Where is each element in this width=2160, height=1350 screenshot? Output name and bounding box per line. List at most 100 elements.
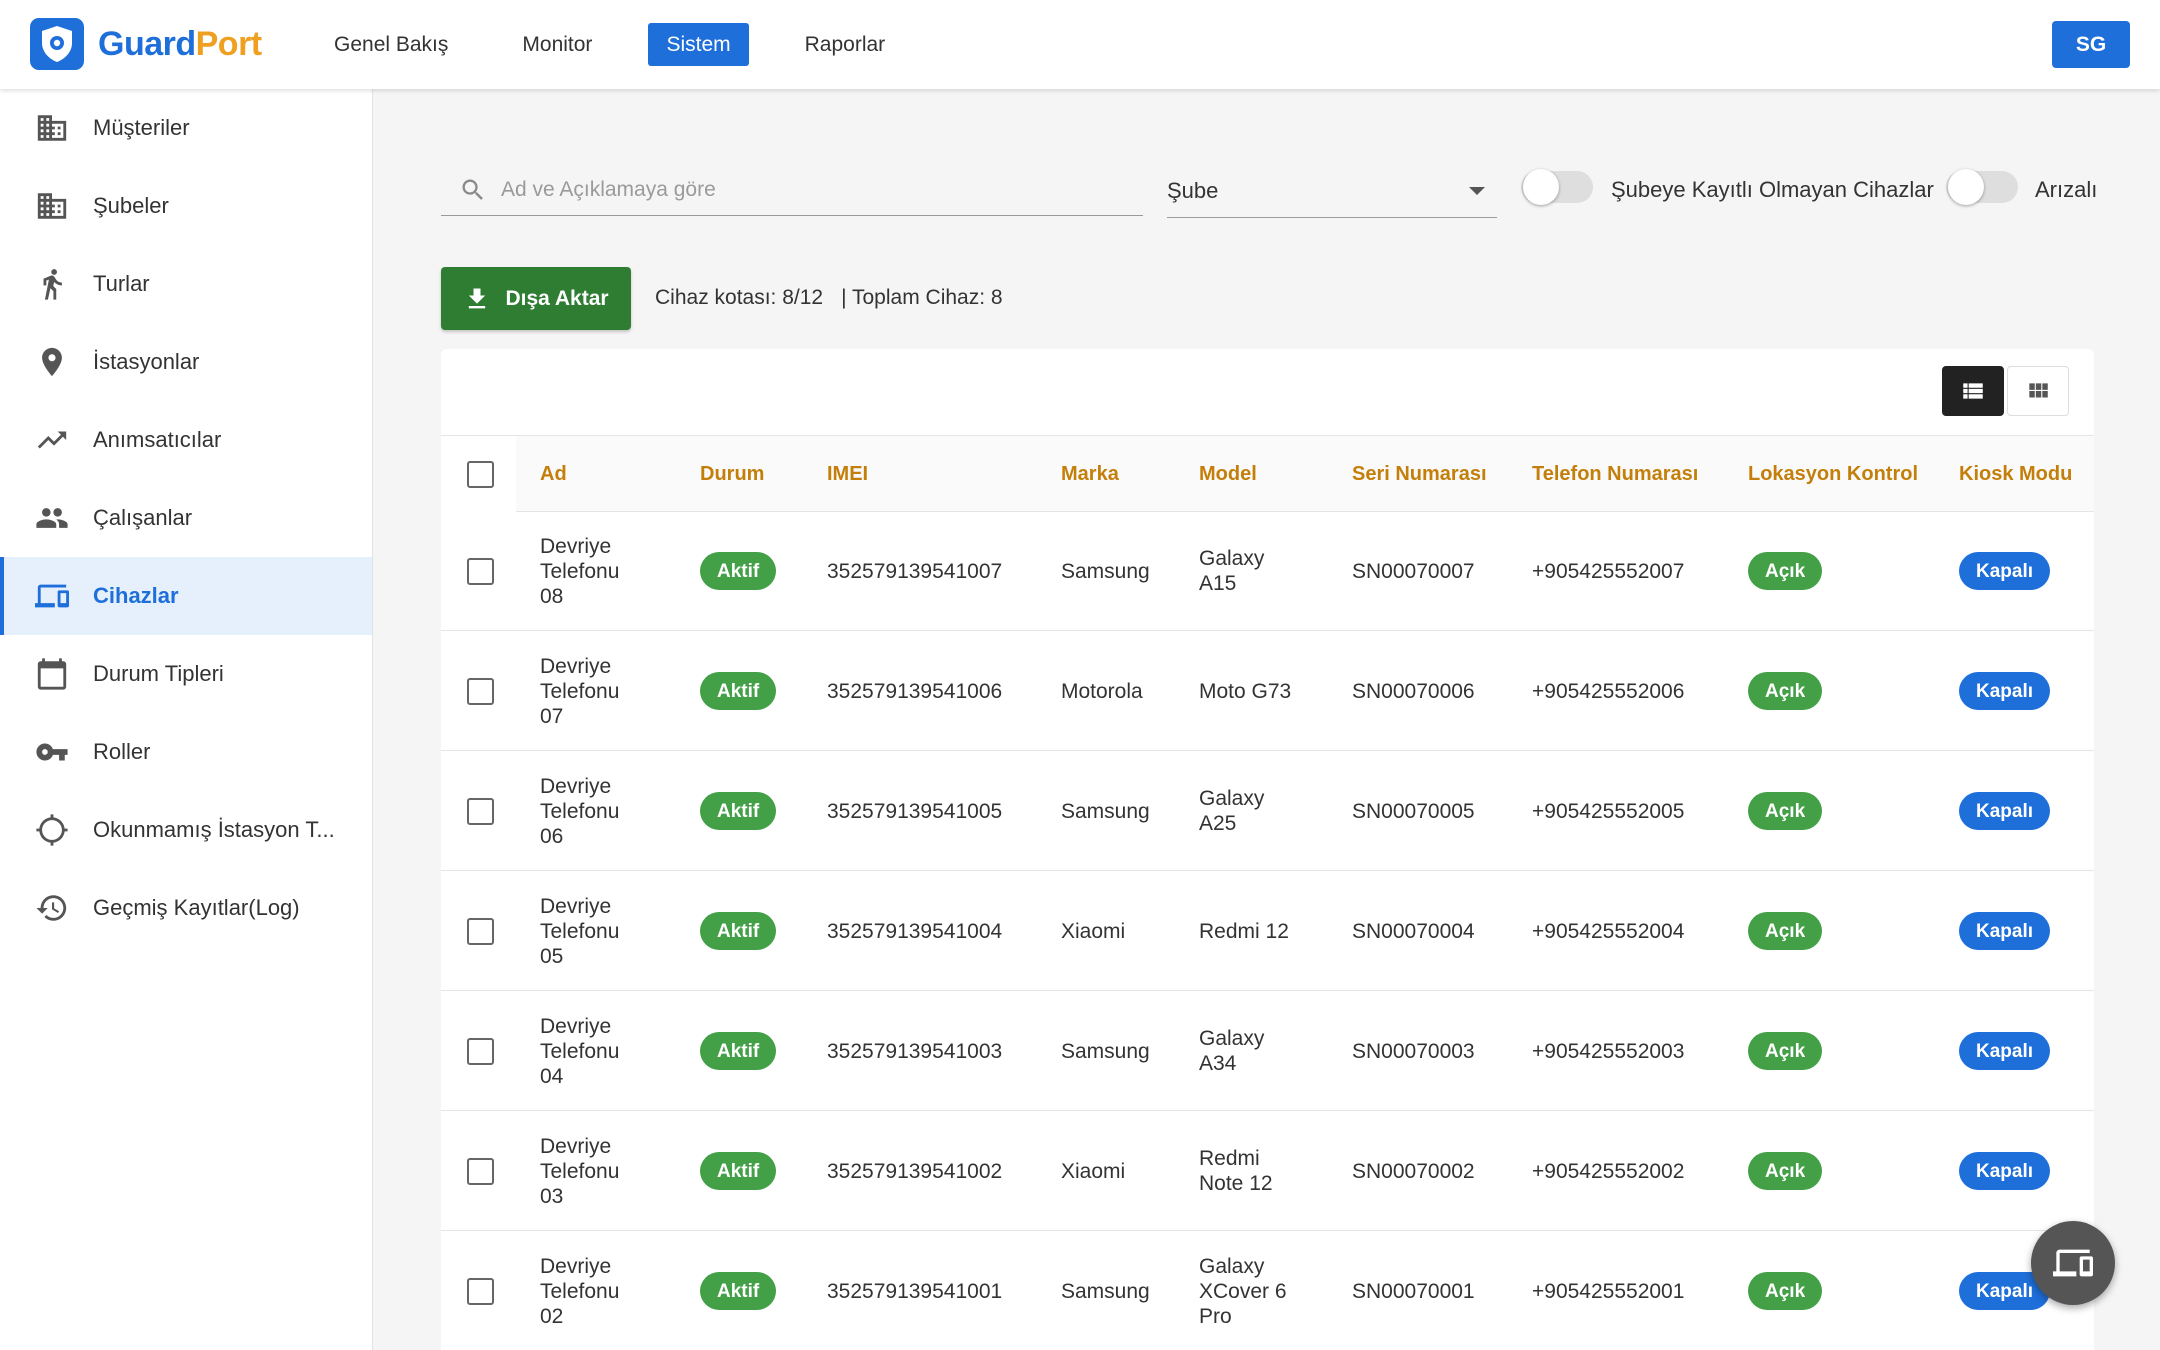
row-checkbox[interactable] [467,557,494,585]
table-row[interactable]: Devriye Telefonu 04 Aktif 352579139541003 Sam… [441,991,2094,1111]
location-control-badge[interactable]: Açık [1748,1272,1823,1310]
device-name: Devriye Telefonu 04 [540,991,619,1111]
serial-value: SN00070004 [1352,919,1475,943]
table-row[interactable]: Devriye Telefonu 02 Aktif 352579139541001 Sam… [441,1231,2094,1350]
column-header-kiosk-mode[interactable]: Kiosk Modu [1959,436,2072,512]
sidebar-item-history-log[interactable]: Geçmiş Kayıtlar(Log) [0,869,372,947]
select-all-checkbox[interactable] [467,460,494,488]
kiosk-mode-badge[interactable]: Kapalı [1959,552,2051,590]
devices-icon [34,578,70,614]
sidebar-item-customers[interactable]: Müşteriler [0,89,372,167]
phone-value: +905425552005 [1532,799,1685,823]
top-bar: GuardPort Genel Bakış Monitor Sistem Rap… [0,0,2160,89]
search-field[interactable] [441,164,1143,216]
column-header-brand[interactable]: Marka [1061,436,1119,512]
sidebar-item-status-types[interactable]: Durum Tipleri [0,635,372,713]
sidebar-item-label: Roller [93,739,151,764]
search-input[interactable] [501,177,1101,202]
user-avatar[interactable]: SG [2052,21,2130,68]
device-name-lines: Devriye Telefonu 08 [540,534,619,609]
location-control-badge[interactable]: Açık [1748,792,1823,830]
column-header-location-control[interactable]: Lokasyon Kontrol [1748,436,1918,512]
column-header-serial[interactable]: Seri Numarası [1352,436,1487,512]
model-value-lines: Galaxy XCover 6 Pro [1199,1254,1287,1329]
nav-system[interactable]: Sistem [648,23,749,66]
device-name: Devriye Telefonu 08 [540,511,619,631]
row-checkbox[interactable] [467,917,494,945]
status-cell: Aktif [700,1111,777,1231]
row-checkbox[interactable] [467,1277,494,1305]
sidebar-item-devices[interactable]: Cihazlar [0,557,372,635]
table-row[interactable]: Devriye Telefonu 05 Aktif 352579139541004 Xia… [441,871,2094,991]
shield-logo-icon [30,18,84,70]
location-pin-icon [34,344,70,380]
row-checkbox[interactable] [467,677,494,705]
device-name: Devriye Telefonu 06 [540,751,619,871]
nav-reports[interactable]: Raporlar [787,23,904,66]
location-control-badge[interactable]: Açık [1748,552,1823,590]
table-row[interactable]: Devriye Telefonu 06 Aktif 352579139541005 Sam… [441,751,2094,871]
table-row[interactable]: Devriye Telefonu 08 Aktif 352579139541007 Sam… [441,511,2094,631]
column-header-model[interactable]: Model [1199,436,1257,512]
location-control-badge[interactable]: Açık [1748,912,1823,950]
app-logo[interactable]: GuardPort [30,18,262,70]
location-control-badge[interactable]: Açık [1748,1152,1823,1190]
branch-select[interactable]: Şube [1167,164,1497,218]
kiosk-mode-badge[interactable]: Kapalı [1959,792,2051,830]
imei-cell: 352579139541002 [827,1111,1002,1231]
row-checkbox[interactable] [467,1157,494,1185]
serial-cell: SN00070005 [1352,751,1475,871]
device-name-lines: Devriye Telefonu 07 [540,654,619,729]
column-header-name[interactable]: Ad [540,436,567,512]
column-header-status[interactable]: Durum [700,436,764,512]
search-icon [462,179,483,200]
branch-select-label: Şube [1167,177,1219,203]
phone-value: +905425552002 [1532,1159,1685,1183]
serial-cell: SN00070004 [1352,871,1475,991]
table-row[interactable]: Devriye Telefonu 07 Aktif 352579139541006 Mot… [441,631,2094,751]
kiosk-mode-badge[interactable]: Kapalı [1959,672,2051,710]
model-value-lines: Redmi Note 12 [1199,1146,1273,1196]
sidebar-item-label: Müşteriler [93,115,190,140]
sidebar-item-tours[interactable]: Turlar [0,245,372,323]
location-control-cell: Açık [1748,991,1823,1111]
kiosk-mode-badge[interactable]: Kapalı [1959,1152,2051,1190]
brand-value: Samsung [1061,799,1150,823]
main-nav: Genel Bakış Monitor Sistem Raporlar [316,23,941,66]
export-button[interactable]: Dışa Aktar [441,267,631,330]
kiosk-mode-badge[interactable]: Kapalı [1959,1032,2051,1070]
sidebar-item-branches[interactable]: Şubeler [0,167,372,245]
location-control-cell: Açık [1748,871,1823,991]
devices-fab-button[interactable] [2031,1221,2115,1305]
kiosk-mode-badge[interactable]: Kapalı [1959,912,2051,950]
device-name: Devriye Telefonu 05 [540,871,619,991]
status-badge: Aktif [700,792,777,830]
sidebar-item-label: İstasyonlar [93,349,200,374]
sidebar-item-stations[interactable]: İstasyonlar [0,323,372,401]
list-view-icon [1963,383,1983,399]
unregistered-devices-toggle[interactable] [1521,169,1593,205]
sidebar-item-unread-stations[interactable]: Okunmamış İstasyon T... [0,791,372,869]
column-header-imei[interactable]: IMEI [827,436,868,512]
sidebar: Müşteriler Şubeler Turlar İstasyonlar An… [0,89,373,1350]
row-checkbox[interactable] [467,1037,494,1065]
location-control-badge[interactable]: Açık [1748,1032,1823,1070]
sidebar-item-roles[interactable]: Roller [0,713,372,791]
location-control-badge[interactable]: Açık [1748,672,1823,710]
status-badge: Aktif [700,1152,777,1190]
row-select-cell [467,511,494,631]
brand-cell: Samsung [1061,511,1150,631]
column-header-phone[interactable]: Telefon Numarası [1532,436,1698,512]
grid-view-button[interactable] [2007,366,2069,416]
sidebar-item-reminders[interactable]: Anımsatıcılar [0,401,372,479]
nav-overview[interactable]: Genel Bakış [316,23,466,66]
list-view-button[interactable] [1942,366,2004,416]
nav-monitor[interactable]: Monitor [504,23,610,66]
device-name-line: Telefonu [540,1159,620,1183]
sidebar-item-employees[interactable]: Çalışanlar [0,479,372,557]
table-row[interactable]: Devriye Telefonu 03 Aktif 352579139541002 Xia… [441,1111,2094,1231]
phone-cell: +905425552005 [1532,751,1684,871]
faulty-toggle[interactable] [1946,169,2018,205]
device-name-line: Telefonu [540,559,620,583]
row-checkbox[interactable] [467,797,494,825]
